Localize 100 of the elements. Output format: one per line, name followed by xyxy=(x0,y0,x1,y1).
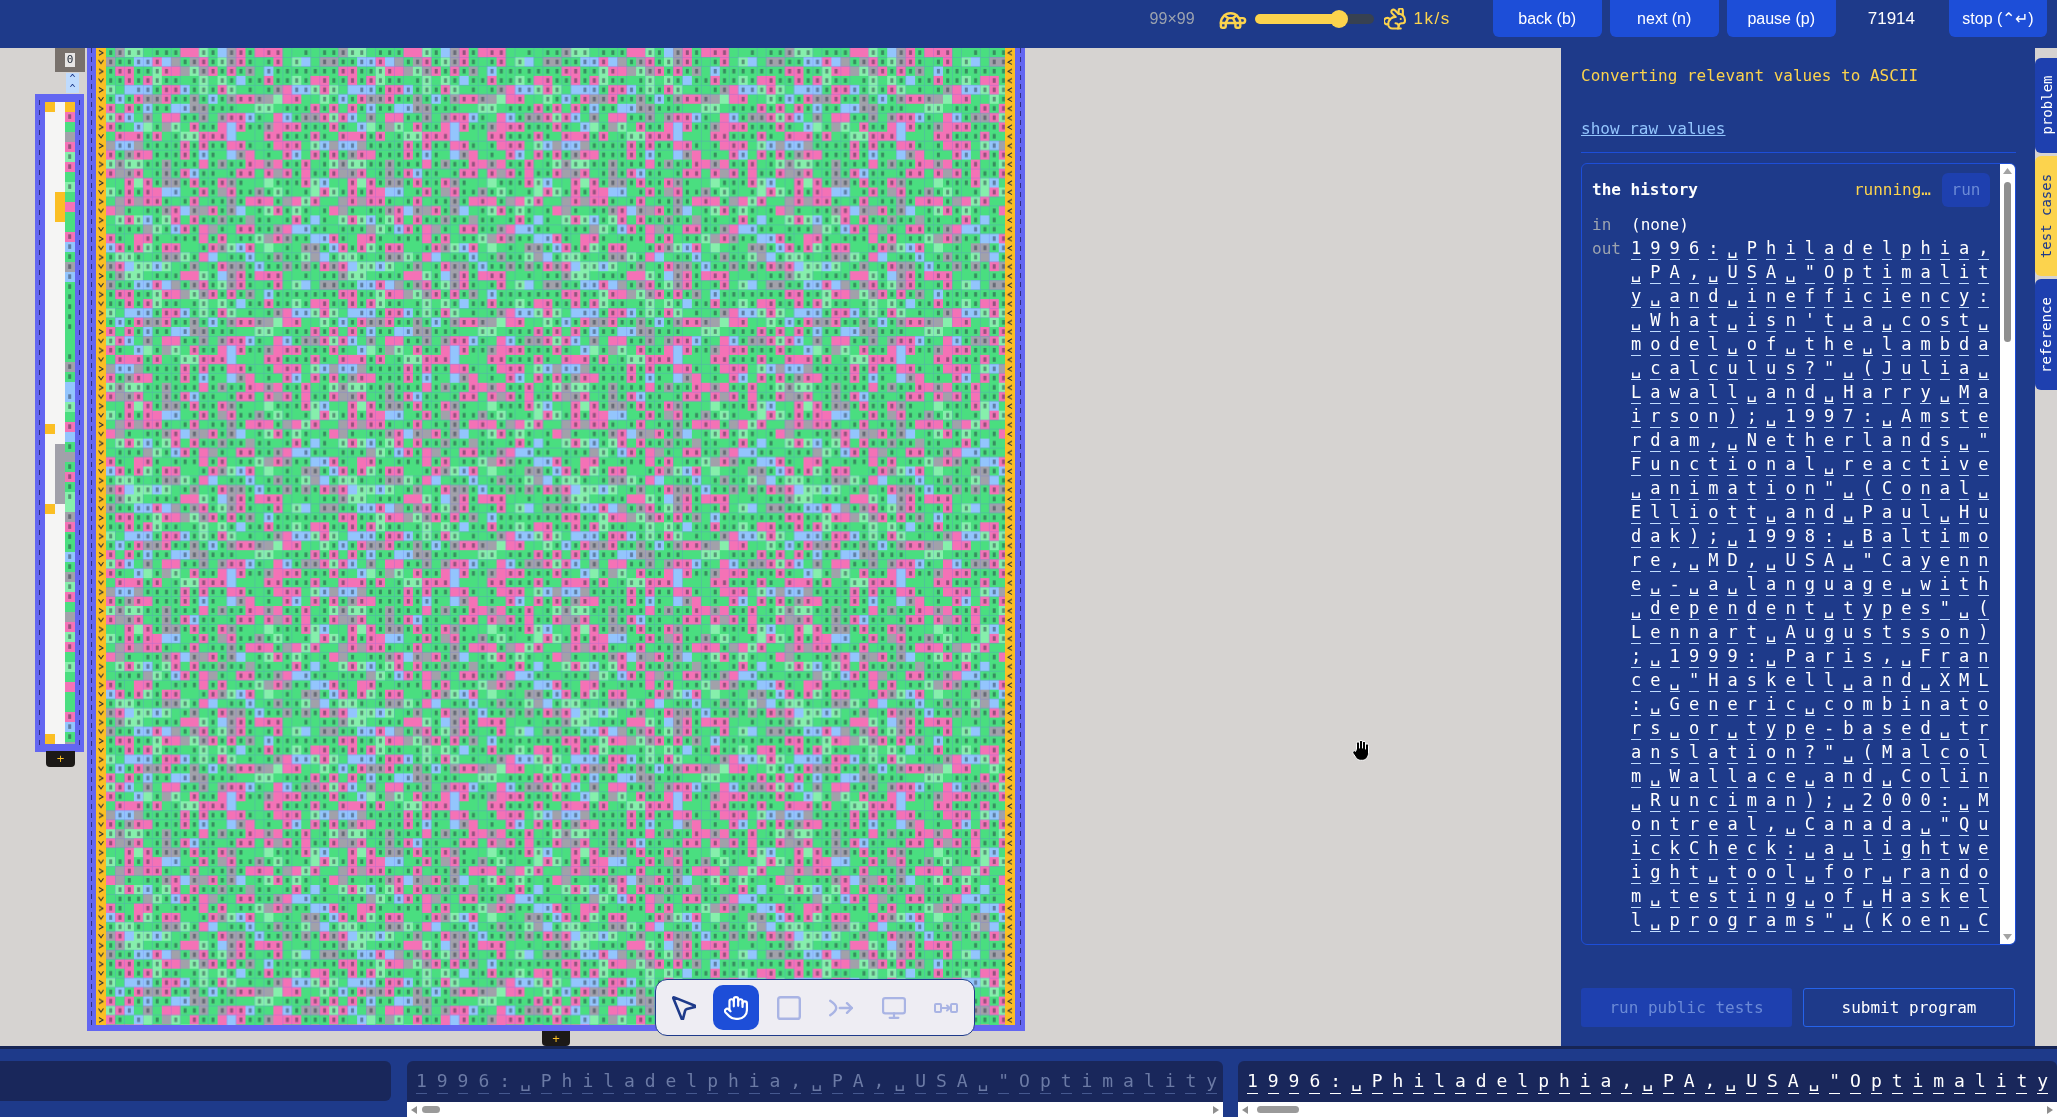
tape-cell: n xyxy=(1843,766,1854,788)
tape-cell: Q xyxy=(1959,814,1970,836)
tape-cell: ␣ xyxy=(1808,1069,1820,1094)
tape-cell: t xyxy=(1862,262,1873,284)
tape-cell: o xyxy=(1959,742,1970,764)
scrollbar-thumb[interactable] xyxy=(422,1106,440,1113)
scrollbar-thumb[interactable] xyxy=(2004,182,2011,342)
tape-cell: ␣ xyxy=(1631,478,1642,500)
raw-values-link[interactable]: show raw values xyxy=(1581,117,1726,141)
triangle-down-icon[interactable] xyxy=(2003,934,2012,940)
tape-cell: l xyxy=(1746,814,1758,836)
tape-cell: C xyxy=(1688,838,1700,860)
tape-cell: t xyxy=(1669,886,1680,908)
next-button[interactable]: next (n) xyxy=(1609,0,1719,37)
side-tab[interactable]: test cases xyxy=(2035,155,2057,276)
tape-cell: L xyxy=(1631,382,1642,404)
tape-cell: P xyxy=(540,1069,552,1094)
tape-cell: " xyxy=(1939,598,1951,620)
stop-button[interactable]: stop (⌃↵) xyxy=(1949,0,2047,37)
tape-cell: 9 xyxy=(1650,238,1661,260)
tape-cell: d xyxy=(1959,334,1970,356)
tape-cell: ) xyxy=(1727,406,1738,428)
tape-cell: ␣ xyxy=(1978,310,1989,332)
triangle-right-icon[interactable] xyxy=(1213,1106,1219,1114)
tape-cell: n xyxy=(1843,814,1854,836)
triangle-left-icon[interactable] xyxy=(1242,1106,1248,1114)
tape-cell: t xyxy=(1959,310,1970,332)
tape-cell: e xyxy=(1688,886,1700,908)
tape-cell: l xyxy=(1862,838,1873,860)
tape-cell: , xyxy=(1669,550,1680,572)
tape-cell: a xyxy=(1939,694,1951,716)
speed-slider[interactable] xyxy=(1254,10,1374,28)
scrollbar-thumb[interactable] xyxy=(1257,1106,1299,1113)
hand-tool-button[interactable] xyxy=(713,985,760,1030)
cursor-arrow-icon xyxy=(671,995,696,1020)
tape-cell: l xyxy=(1785,862,1796,884)
input-value: (none) xyxy=(1631,214,1689,236)
tape-cell: y xyxy=(1959,286,1970,308)
tape-cell: W xyxy=(1650,310,1661,332)
tape-cell: a xyxy=(1727,814,1738,836)
tape-cell: i xyxy=(1843,646,1854,668)
tape-cell: t xyxy=(1891,1069,1903,1094)
side-tab[interactable]: problem xyxy=(2035,58,2057,153)
tape-cell: c xyxy=(1766,766,1777,788)
triangle-right-icon[interactable] xyxy=(2047,1106,2053,1114)
tape-cell: ( xyxy=(1978,598,1989,620)
tape-cell: ␣ xyxy=(1939,382,1951,404)
tape-cell: l xyxy=(1708,766,1719,788)
tape-cell: D xyxy=(1727,550,1738,572)
tape-cell: d xyxy=(1746,598,1758,620)
tape-cell: M xyxy=(1959,382,1970,404)
tape-cell: h xyxy=(561,1069,573,1094)
tape-cell: 1 xyxy=(1746,526,1758,548)
tape-cell: r xyxy=(1708,718,1719,740)
tape-cell: a xyxy=(1901,742,1912,764)
tape-cell: d xyxy=(1862,766,1873,788)
tape-cell: " xyxy=(1804,262,1815,284)
tape-cell: a xyxy=(1727,478,1738,500)
tape-cell: ␣ xyxy=(1727,286,1738,308)
tape-cell: r xyxy=(1688,910,1700,932)
triangle-left-icon[interactable] xyxy=(411,1106,417,1114)
tape-cell: e xyxy=(1862,454,1873,476)
tape-cell: n xyxy=(1727,598,1738,620)
tape-cell: a xyxy=(1978,334,1989,356)
tape-cell: r xyxy=(1901,862,1912,884)
add-button[interactable]: + xyxy=(542,1031,570,1046)
tape-cell: ␣ xyxy=(1843,790,1854,812)
tape-cell: e xyxy=(1804,718,1815,740)
tape-cell: l xyxy=(1517,1069,1529,1094)
pause-button[interactable]: pause (p) xyxy=(1726,0,1836,37)
tape-cell: P xyxy=(831,1069,843,1094)
tape-cell: t xyxy=(1959,718,1970,740)
tape-cell: U xyxy=(1727,262,1738,284)
tape-cell: s xyxy=(1746,670,1758,692)
triangle-up-icon[interactable] xyxy=(2003,168,2012,174)
tape-cell: n xyxy=(1939,910,1951,932)
add-button[interactable]: + xyxy=(46,751,75,767)
tape-cell: a xyxy=(1708,742,1719,764)
tape-cell: W xyxy=(1669,766,1680,788)
tape-cell: a xyxy=(1454,1069,1466,1094)
submit-button[interactable]: submit program xyxy=(1803,988,2015,1027)
tape-cell: a xyxy=(1823,766,1835,788)
slider-thumb[interactable] xyxy=(1330,10,1349,28)
tape-cell: p xyxy=(1538,1069,1549,1094)
tape-cell: t xyxy=(1669,814,1680,836)
tape-cell: a xyxy=(1688,766,1700,788)
tape-cell: m xyxy=(1631,334,1642,356)
tape-cell: e xyxy=(1650,550,1661,572)
tape-cell: : xyxy=(1823,526,1835,548)
tape-cell: ; xyxy=(1631,646,1642,668)
tape-cell: d xyxy=(1650,598,1661,620)
tape-cell: o xyxy=(1978,862,1989,884)
tape-cell: ␣ xyxy=(1920,814,1931,836)
tape-cell: 9 xyxy=(1288,1069,1300,1094)
back-button[interactable]: back (b) xyxy=(1492,0,1602,37)
tape-cell: d xyxy=(1650,430,1661,452)
tape-cell: e xyxy=(1650,622,1661,644)
tape-cell: s xyxy=(1881,718,1893,740)
side-tab[interactable]: reference xyxy=(2035,278,2057,391)
tape-cell: K xyxy=(1881,910,1893,932)
